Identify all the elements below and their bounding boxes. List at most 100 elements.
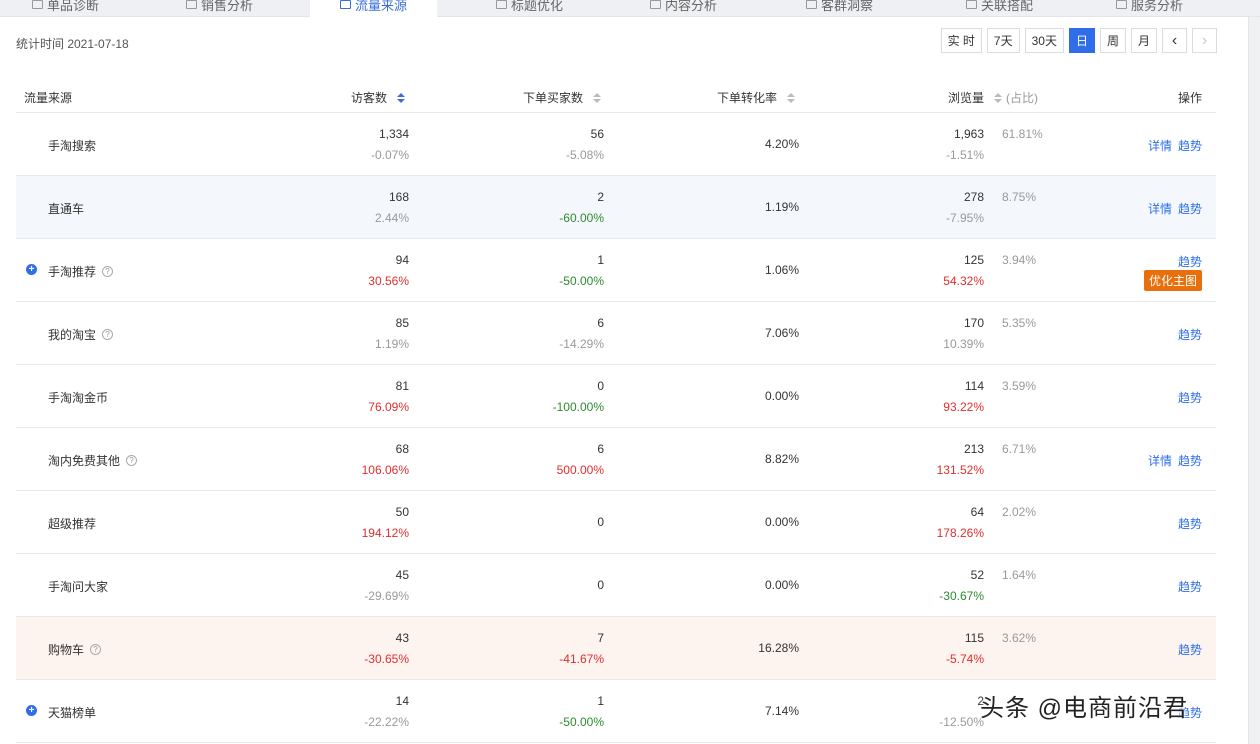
share-value: 3.59% [1002, 379, 1037, 393]
tab-traffic-source[interactable]: 流量来源 [310, 0, 438, 17]
header-source: 流量来源 [24, 91, 73, 105]
period-30day-button[interactable]: 30天 [1024, 28, 1064, 53]
sort-icon[interactable] [593, 92, 602, 103]
header-buyers[interactable]: 下单买家数 [523, 89, 602, 106]
trend-link[interactable]: 趋势 [1178, 452, 1202, 469]
period-realtime-button[interactable]: 实 时 [940, 28, 982, 53]
row-actions: 详情 趋势 [1148, 137, 1202, 154]
sort-icon[interactable] [787, 92, 796, 103]
visitors-cell: 50 194.12% [361, 505, 409, 540]
header-conversion[interactable]: 下单转化率 [717, 89, 796, 106]
period-month-button[interactable]: 月 [1130, 28, 1157, 53]
source-name[interactable]: 手淘问大家 [48, 578, 108, 595]
source-name[interactable]: 手淘推荐? [48, 263, 114, 280]
help-icon[interactable]: ? [90, 644, 102, 655]
tab-product-diagnosis[interactable]: 单品诊断 [32, 0, 99, 17]
views-cell: 213 131.52% [936, 442, 984, 477]
share-value: 1.64% [1002, 568, 1037, 582]
conversion-cell: 1.19% [764, 200, 799, 214]
tab-content-analysis[interactable]: 内容分析 [650, 0, 717, 17]
share-value: 3.62% [1002, 631, 1037, 645]
tab-sales-analysis[interactable]: 销售分析 [186, 0, 253, 17]
tab-icon [966, 0, 977, 9]
detail-link[interactable]: 详情 [1148, 200, 1172, 217]
source-name[interactable]: 手淘搜索 [48, 137, 96, 154]
trend-link[interactable]: 趋势 [1178, 253, 1202, 270]
trend-link[interactable]: 趋势 [1178, 326, 1202, 343]
detail-link[interactable]: 详情 [1148, 137, 1172, 154]
table-row: 直通车 168 2.44% 2 -60.00% 1.19% 278 -7.95% 8.… [16, 176, 1216, 239]
share-value: 61.81% [1002, 127, 1043, 141]
row-actions: 详情 趋势 [1148, 200, 1202, 217]
source-name[interactable]: 直通车 [48, 200, 84, 217]
views-cell: 170 10.39% [943, 316, 984, 351]
expand-icon[interactable]: + [26, 264, 37, 275]
help-icon[interactable]: ? [102, 329, 114, 340]
prev-date-button[interactable]: ‹ [1162, 28, 1187, 53]
source-name[interactable]: 超级推荐 [48, 515, 96, 532]
detail-link[interactable]: 详情 [1148, 452, 1172, 469]
header-share: (占比) [1006, 91, 1039, 105]
expand-icon[interactable]: + [26, 705, 37, 716]
visitors-cell: 81 76.09% [368, 379, 409, 414]
page-scrollbar[interactable] [1248, 17, 1260, 744]
share-value: 6.71% [1002, 442, 1037, 456]
tab-icon [186, 0, 197, 9]
row-actions: 趋势 [1178, 578, 1202, 595]
tab-icon [32, 0, 43, 9]
trend-link[interactable]: 趋势 [1178, 137, 1202, 154]
visitors-cell: 94 30.56% [368, 253, 409, 288]
visitors-cell: 43 -30.65% [364, 631, 409, 666]
source-name[interactable]: 天猫榜单 [48, 704, 96, 721]
conversion-cell: 0.00% [764, 578, 799, 592]
source-name[interactable]: 淘内免费其他? [48, 452, 138, 469]
help-icon[interactable]: ? [126, 455, 138, 466]
next-date-button[interactable]: › [1192, 28, 1217, 53]
source-name[interactable]: 手淘淘金币 [48, 389, 108, 406]
tab-customer-insight[interactable]: 客群洞察 [806, 0, 873, 17]
conversion-cell: 8.82% [764, 452, 799, 466]
visitors-cell: 45 -29.69% [364, 568, 409, 603]
row-actions: 趋势 [1178, 515, 1202, 532]
trend-link[interactable]: 趋势 [1178, 389, 1202, 406]
source-name[interactable]: 我的淘宝? [48, 326, 114, 343]
tab-related-matching[interactable]: 关联搭配 [966, 0, 1033, 17]
conversion-cell: 0.00% [764, 389, 799, 403]
source-name[interactable]: 购物车? [48, 641, 102, 658]
row-actions: 趋势 [1178, 641, 1202, 658]
tab-title-optimization[interactable]: 标题优化 [496, 0, 563, 17]
visitors-cell: 1,334 -0.07% [370, 127, 409, 162]
table-header: 流量来源 访客数 下单买家数 下单转化率 浏览量 (占比) 操作 [16, 79, 1216, 113]
conversion-cell: 4.20% [764, 137, 799, 151]
sort-icon[interactable] [397, 92, 406, 103]
conversion-cell: 0.00% [764, 515, 799, 529]
table-row: 购物车? 43 -30.65% 7 -41.67% 16.28% 115 -5.74%… [16, 617, 1216, 680]
trend-link[interactable]: 趋势 [1178, 578, 1202, 595]
help-icon[interactable]: ? [102, 266, 114, 277]
stat-time: 统计时间 2021-07-18 [16, 37, 129, 51]
header-visitors[interactable]: 访客数 [351, 89, 406, 106]
table-row: 手淘搜索 1,334 -0.07% 56 -5.08% 4.20% 1,963 -1.… [16, 113, 1216, 176]
sort-icon[interactable] [994, 92, 1003, 103]
trend-link[interactable]: 趋势 [1178, 200, 1202, 217]
period-day-button[interactable]: 日 [1068, 28, 1095, 53]
buyers-cell: 56 -5.08% [565, 127, 604, 162]
conversion-cell: 7.06% [764, 326, 799, 340]
optimize-main-image-button[interactable]: 优化主图 [1143, 270, 1202, 291]
table-row: 手淘问大家 45 -29.69% 0 0.00% 52 -30.67% 1.64% … [16, 554, 1216, 617]
tab-icon [1116, 0, 1127, 9]
analysis-tabs: 单品诊断 销售分析 流量来源 标题优化 内容分析 客群洞察 关联搭配 服务分析 [0, 0, 1260, 17]
header-views[interactable]: 浏览量 (占比) [948, 89, 1038, 106]
period-7day-button[interactable]: 7天 [986, 28, 1020, 53]
trend-link[interactable]: 趋势 [1178, 515, 1202, 532]
visitors-cell: 85 1.19% [374, 316, 409, 351]
share-value: 5.35% [1002, 316, 1037, 330]
views-cell: 2 -12.50% [939, 694, 984, 729]
period-week-button[interactable]: 周 [1099, 28, 1126, 53]
views-cell: 114 93.22% [943, 379, 984, 414]
conversion-cell: 1.06% [764, 263, 799, 277]
tab-service-analysis[interactable]: 服务分析 [1116, 0, 1183, 17]
tab-icon [806, 0, 817, 9]
trend-link[interactable]: 趋势 [1178, 641, 1202, 658]
share-value: 2.02% [1002, 505, 1037, 519]
